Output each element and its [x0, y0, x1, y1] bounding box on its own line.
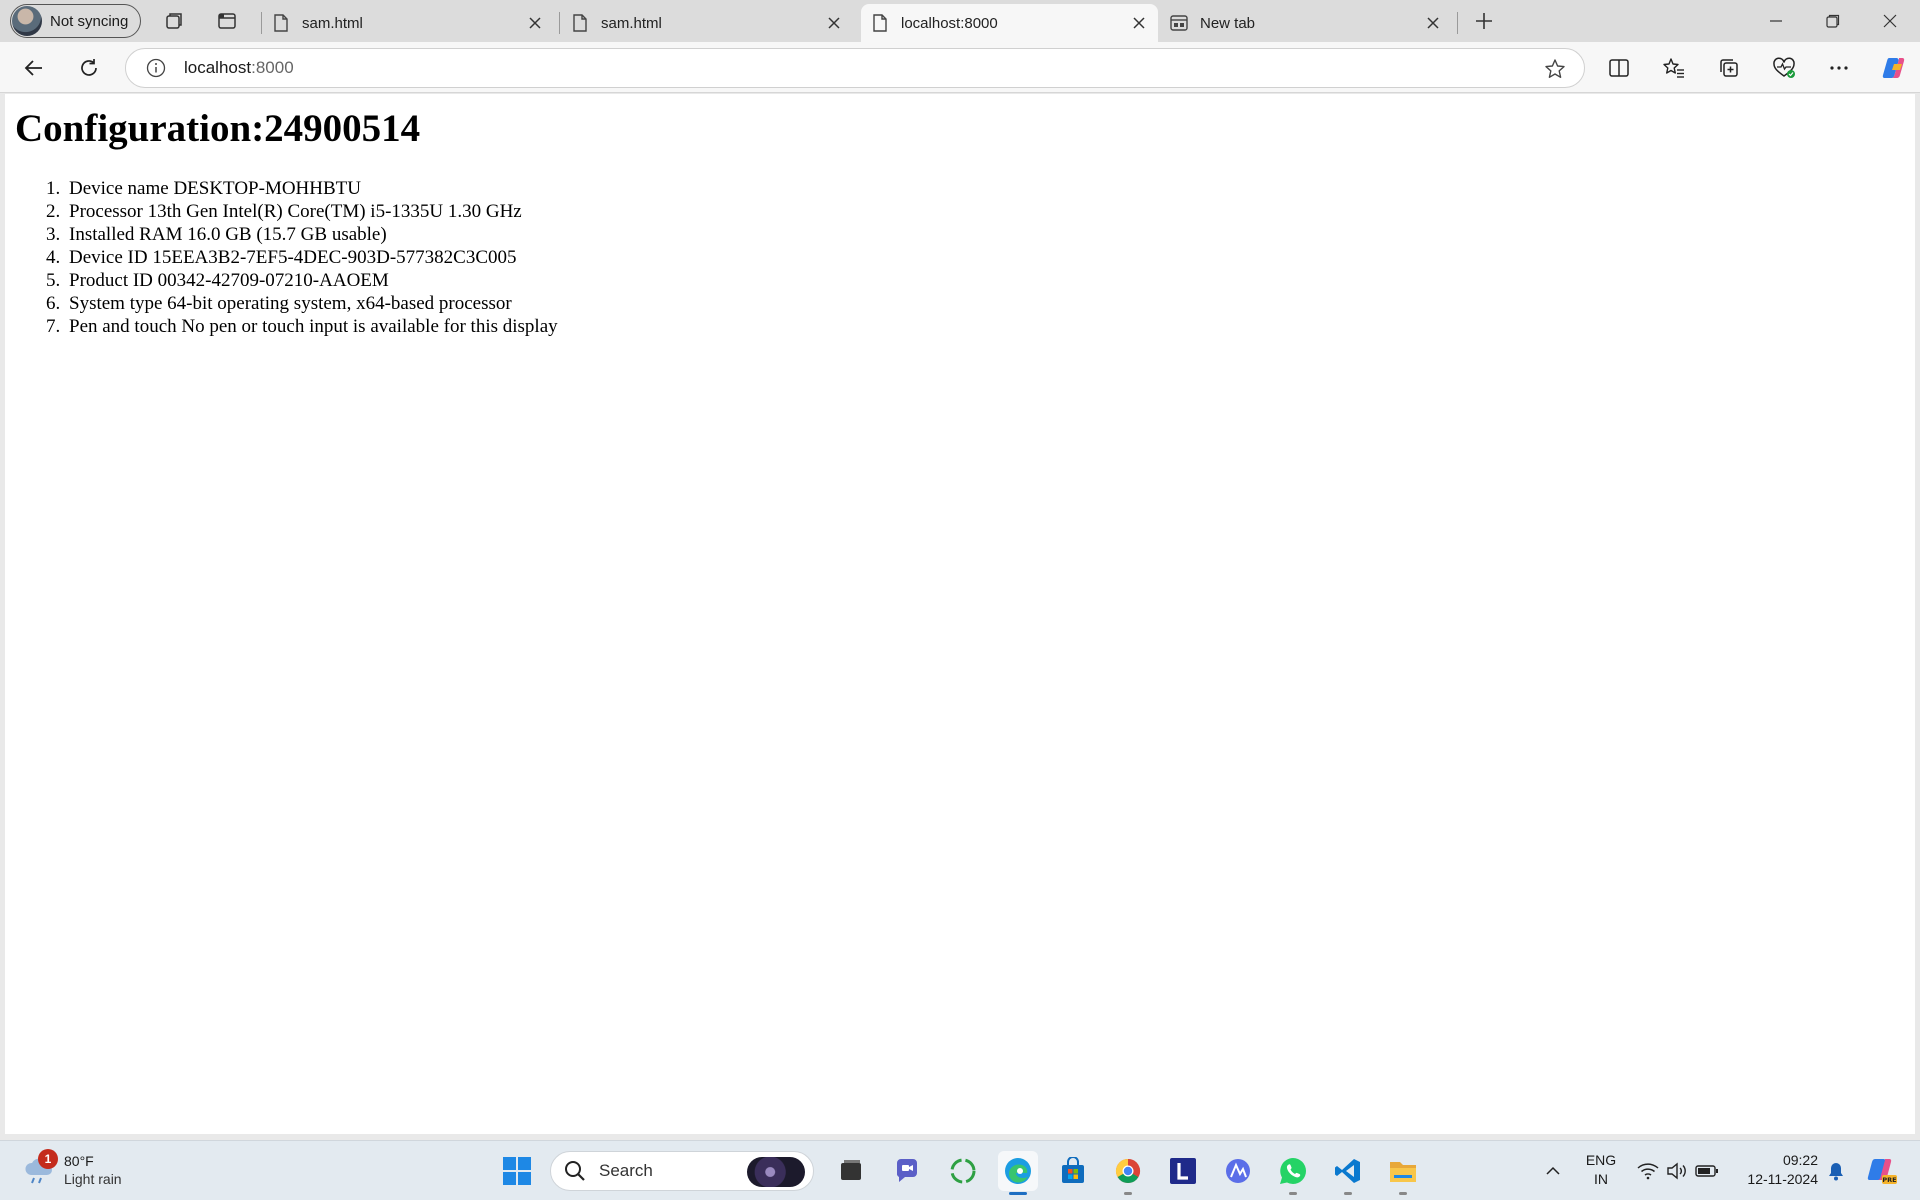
address-bar[interactable]: localhost:8000: [125, 48, 1585, 88]
split-screen-icon[interactable]: [1603, 52, 1635, 84]
notification-bell-icon[interactable]: [1824, 1155, 1848, 1187]
url-host: localhost: [184, 58, 252, 77]
search-highlight-image: [747, 1157, 805, 1187]
language-region: IN: [1594, 1171, 1608, 1187]
task-view-app[interactable]: [831, 1151, 871, 1191]
page-icon: [272, 14, 290, 32]
running-indicator: [1344, 1192, 1352, 1195]
profile-sync-label: Not syncing: [50, 12, 129, 30]
weather-condition: Light rain: [64, 1171, 122, 1187]
chrome-app[interactable]: [1108, 1151, 1148, 1195]
close-icon[interactable]: [1128, 12, 1150, 34]
browser-essentials-icon[interactable]: [1768, 52, 1800, 84]
tab-title: localhost:8000: [901, 14, 998, 32]
tab-localhost[interactable]: localhost:8000: [861, 4, 1158, 42]
close-icon[interactable]: [524, 12, 546, 34]
page-icon: [571, 14, 589, 32]
clock-date: 12-11-2024: [1747, 1171, 1818, 1187]
teams-chat-app[interactable]: [887, 1151, 927, 1191]
arc-app[interactable]: [1218, 1151, 1258, 1191]
chevron-up-icon[interactable]: [1542, 1155, 1564, 1187]
tab-separator: [1457, 12, 1458, 34]
tab-title: New tab: [1200, 14, 1256, 32]
close-icon[interactable]: [1422, 12, 1444, 34]
collections-icon[interactable]: [1713, 52, 1745, 84]
page-heading: Configuration:24900514: [15, 107, 421, 150]
url-port: :8000: [251, 58, 294, 77]
info-icon[interactable]: [146, 58, 166, 78]
profile-button[interactable]: Not syncing: [10, 4, 141, 38]
config-item-pen-touch: Pen and touch No pen or touch input is a…: [65, 315, 558, 338]
tab-new-tab[interactable]: New tab: [1160, 4, 1452, 42]
file-explorer-app[interactable]: [1383, 1151, 1423, 1195]
minimize-icon[interactable]: [1753, 6, 1799, 36]
config-item-processor: Processor 13th Gen Intel(R) Core(TM) i5-…: [65, 200, 558, 223]
favorite-star-icon[interactable]: [1544, 58, 1566, 80]
config-list: Device name DESKTOP-MOHHBTU Processor 13…: [65, 177, 558, 338]
tab-title: sam.html: [302, 14, 363, 32]
whatsapp-app[interactable]: [1273, 1151, 1313, 1195]
store-app[interactable]: [1053, 1151, 1093, 1191]
language-indicator[interactable]: ENG IN: [1582, 1151, 1620, 1189]
volume-icon[interactable]: [1665, 1155, 1689, 1187]
weather-temperature: 80°F: [64, 1153, 94, 1169]
battery-icon[interactable]: [1694, 1155, 1720, 1187]
config-item-device-name: Device name DESKTOP-MOHHBTU: [65, 177, 558, 200]
tab-sam-html-2[interactable]: sam.html: [561, 4, 853, 42]
language-code: ENG: [1585, 1152, 1617, 1168]
tab-sam-html-1[interactable]: sam.html: [262, 4, 554, 42]
running-indicator: [1289, 1192, 1297, 1195]
back-icon[interactable]: [18, 52, 50, 84]
config-item-product-id: Product ID 00342-42709-07210-AAOEM: [65, 269, 558, 292]
browser-toolbar: localhost:8000: [0, 42, 1920, 93]
weather-widget[interactable]: 1 80°F Light rain: [20, 1149, 140, 1193]
edge-app[interactable]: [998, 1151, 1038, 1195]
more-options-icon[interactable]: [1823, 52, 1855, 84]
search-icon: [563, 1159, 587, 1183]
new-tab-plus-icon[interactable]: [1471, 8, 1497, 34]
copilot-icon[interactable]: [1878, 52, 1910, 84]
vscode-app[interactable]: [1328, 1151, 1368, 1195]
tab-actions-icon[interactable]: [214, 8, 240, 34]
tab-separator: [559, 12, 560, 34]
refresh-icon[interactable]: [73, 52, 105, 84]
taskbar-search[interactable]: Search: [550, 1151, 814, 1191]
refresh-app[interactable]: [943, 1151, 983, 1191]
close-icon[interactable]: [823, 12, 845, 34]
clock[interactable]: 09:22 12-11-2024: [1732, 1151, 1818, 1189]
active-indicator: [1009, 1192, 1027, 1195]
page-content: Configuration:24900514 Device name DESKT…: [5, 94, 1915, 1134]
tab-strip: Not syncing sam.html sam.html localhost:…: [0, 0, 1920, 42]
running-indicator: [1124, 1192, 1132, 1195]
config-item-installed-ram: Installed RAM 16.0 GB (15.7 GB usable): [65, 223, 558, 246]
weather-alert-badge: 1: [38, 1149, 58, 1169]
tab-title: sam.html: [601, 14, 662, 32]
config-item-device-id: Device ID 15EEA3B2-7EF5-4DEC-903D-577382…: [65, 246, 558, 269]
taskbar: 1 80°F Light rain Search ENG IN 09:22 12…: [0, 1140, 1920, 1200]
newtab-icon: [1170, 14, 1188, 32]
workspaces-icon[interactable]: [162, 8, 188, 34]
clock-time: 09:22: [1782, 1152, 1818, 1168]
search-label: Search: [599, 1161, 653, 1180]
start-button[interactable]: [497, 1151, 537, 1191]
page-icon: [871, 14, 889, 32]
l-app[interactable]: [1163, 1151, 1203, 1191]
url-text[interactable]: localhost:8000: [184, 58, 294, 78]
config-item-system-type: System type 64-bit operating system, x64…: [65, 292, 558, 315]
svg-text:PRE: PRE: [1882, 1176, 1896, 1184]
running-indicator: [1399, 1192, 1407, 1195]
copilot-pre-icon[interactable]: PRE: [1864, 1155, 1900, 1187]
favorites-icon[interactable]: [1658, 52, 1690, 84]
close-window-icon[interactable]: [1867, 6, 1913, 36]
avatar: [12, 6, 42, 36]
restore-icon[interactable]: [1810, 6, 1856, 36]
wifi-icon[interactable]: [1636, 1155, 1660, 1187]
